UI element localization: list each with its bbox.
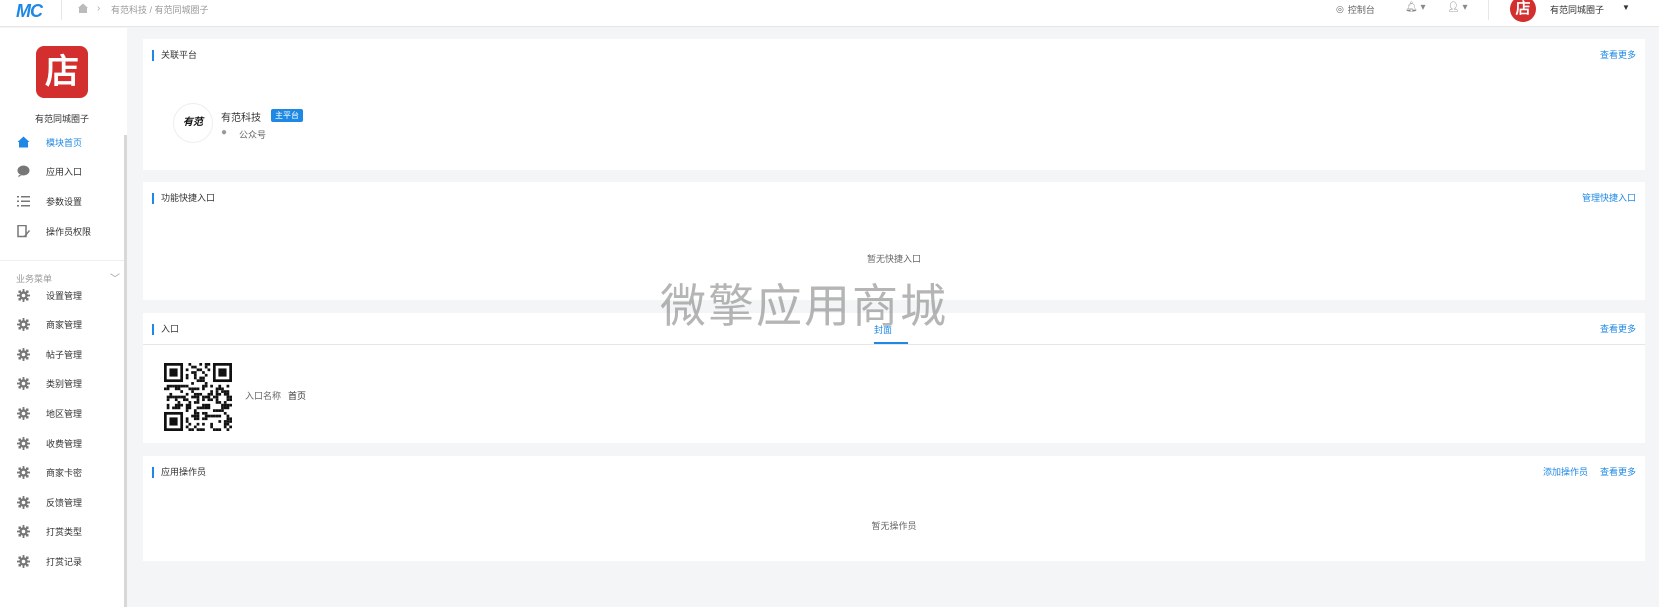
sidebar-item-settings[interactable]: 参数设置 — [0, 186, 124, 216]
sidebar-item-label: 类别管理 — [46, 379, 83, 390]
sidebar-item-label: 商家管理 — [46, 320, 83, 331]
sidebar-menu-item[interactable]: 商家卡密 — [0, 458, 124, 488]
gear-icon — [16, 524, 31, 539]
card-title: 关联平台 — [152, 50, 197, 61]
sidebar-item-home[interactable]: 模块首页 — [0, 127, 124, 157]
sidebar-item-label: 设置管理 — [46, 290, 83, 301]
sidebar-item-label: 地区管理 — [46, 408, 83, 419]
sidebar: 店 有范同城圈子 模块首页 应用入口 参数设置 操作员权限 业务菜单 ﹀ 设置管… — [0, 28, 127, 607]
sidebar-item-label: 操作员权限 — [46, 226, 92, 237]
app-logo[interactable]: MC — [16, 1, 43, 22]
sidebar-item-label: 模块首页 — [46, 137, 83, 148]
user-icon[interactable]: 👤︎ ▾ — [1447, 2, 1468, 13]
console-label: 控制台 — [1347, 5, 1375, 15]
gear-icon — [16, 436, 31, 451]
sidebar-menu-item[interactable]: 收费管理 — [0, 428, 124, 458]
user-name[interactable]: 有范同城圈子 — [1550, 3, 1604, 16]
store-logo: 店 — [36, 46, 88, 98]
entry-name-value: 首页 — [288, 391, 307, 401]
avatar[interactable]: 店 — [1510, 0, 1536, 22]
list-icon — [16, 194, 31, 209]
home-icon[interactable] — [77, 2, 89, 14]
platform-name: 有范科技 — [221, 113, 261, 124]
sidebar-item-label: 帖子管理 — [46, 349, 83, 360]
tab-indicator — [874, 342, 908, 344]
status-badge: 主平台 — [271, 109, 303, 122]
divider — [0, 260, 124, 261]
card-title: 应用操作员 — [152, 467, 206, 478]
scrollbar[interactable] — [124, 135, 127, 607]
divider — [61, 0, 62, 20]
entry-name-label: 入口名称 — [245, 391, 282, 401]
view-more-link[interactable]: 查看更多 — [1600, 50, 1636, 61]
sidebar-menu-item[interactable]: 打赏记录 — [0, 546, 124, 576]
home-icon — [16, 135, 31, 150]
gear-icon — [16, 406, 31, 421]
sidebar-item-label: 参数设置 — [46, 196, 83, 207]
sidebar-menu-item[interactable]: 地区管理 — [0, 398, 124, 428]
sidebar-menu-item[interactable]: 帖子管理 — [0, 339, 124, 369]
sidebar-menu-item[interactable]: 商家管理 — [0, 310, 124, 340]
shortcut-card: 功能快捷入口 管理快捷入口 暂无快捷入口 — [143, 182, 1645, 300]
caret-down-icon[interactable]: ▼ — [1622, 3, 1630, 12]
tab-cover[interactable]: 封面 — [874, 323, 892, 336]
add-operator-link[interactable]: 添加操作员 — [1543, 467, 1588, 478]
sidebar-item-label: 打赏记录 — [46, 556, 83, 567]
sidebar-menu-item[interactable]: 设置管理 — [0, 280, 124, 310]
console-icon: ◎ — [1336, 4, 1344, 14]
divider — [1488, 0, 1489, 20]
operator-card: 应用操作员 添加操作员 查看更多 暂无操作员 — [143, 456, 1645, 561]
gear-icon — [16, 347, 31, 362]
chat-icon — [16, 164, 31, 179]
qr-code — [164, 363, 232, 431]
empty-state: 暂无操作员 — [871, 521, 917, 531]
platform-type: 公众号 — [239, 130, 267, 140]
wechat-icon: ● — [221, 127, 228, 138]
console-link[interactable]: ◎ 控制台 — [1336, 3, 1375, 16]
bell-icon[interactable]: 🔔︎ ▾ — [1405, 2, 1426, 13]
chevron-right-icon: › — [97, 3, 101, 14]
gear-icon — [16, 554, 31, 569]
entry-card: 入口 封面 查看更多 入口名称 首页 — [143, 313, 1645, 443]
card-title: 功能快捷入口 — [152, 193, 215, 204]
gear-icon — [16, 376, 31, 391]
breadcrumb[interactable]: 有范科技 / 有范同城圈子 — [111, 3, 209, 16]
sidebar-item-label: 商家卡密 — [46, 468, 83, 479]
tab-divider — [143, 344, 1645, 345]
store-name: 有范同城圈子 — [34, 114, 89, 124]
manage-shortcut-link[interactable]: 管理快捷入口 — [1582, 193, 1636, 204]
gear-icon — [16, 317, 31, 332]
sidebar-menu-item[interactable]: 类别管理 — [0, 369, 124, 399]
platform-card: 关联平台 查看更多 有范 有范科技 主平台 ● 公众号 — [143, 39, 1645, 170]
empty-state: 暂无快捷入口 — [866, 254, 921, 264]
gear-icon — [16, 288, 31, 303]
edit-icon — [16, 224, 31, 239]
sidebar-item-operator[interactable]: 操作员权限 — [0, 216, 124, 246]
gear-icon — [16, 495, 31, 510]
sidebar-menu-item[interactable]: 反馈管理 — [0, 487, 124, 517]
sidebar-item-label: 反馈管理 — [46, 497, 83, 508]
top-bar: MC › 有范科技 / 有范同城圈子 ◎ 控制台 🔔︎ ▾ 👤︎ ▾ 店 有范同… — [0, 0, 1659, 27]
view-more-link[interactable]: 查看更多 — [1600, 467, 1636, 478]
sidebar-menu-item[interactable]: 打赏类型 — [0, 517, 124, 547]
sidebar-item-entry[interactable]: 应用入口 — [0, 156, 124, 186]
sidebar-item-label: 应用入口 — [46, 166, 83, 177]
sidebar-item-label: 收费管理 — [46, 438, 83, 449]
card-title: 入口 — [152, 324, 179, 335]
sidebar-item-label: 打赏类型 — [46, 527, 83, 538]
gear-icon — [16, 465, 31, 480]
view-more-link[interactable]: 查看更多 — [1600, 324, 1636, 335]
platform-avatar: 有范 — [173, 103, 213, 143]
